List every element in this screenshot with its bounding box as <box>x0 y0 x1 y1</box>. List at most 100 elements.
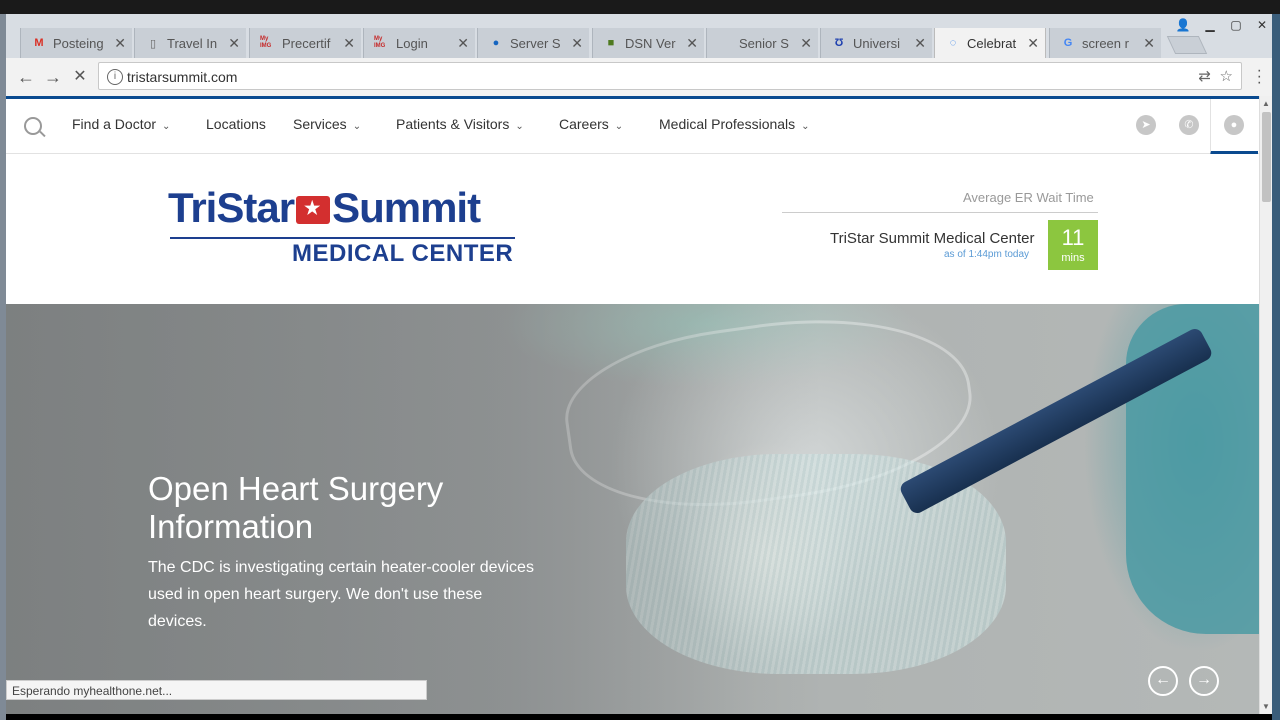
loading-spinner-icon: ◌ <box>949 37 957 49</box>
browser-tab[interactable]: My IMG Precertif ✕ <box>249 28 361 58</box>
document-icon: ▯ <box>149 37 157 50</box>
site-navigation: Find a Doctor ⌄ Locations Services ⌄ Patients… <box>6 99 1259 155</box>
chevron-down-icon: ⌄ <box>352 121 362 132</box>
er-facility-name[interactable]: TriStar Summit Medical Center <box>830 230 1035 247</box>
tab-close-icon[interactable]: ✕ <box>343 35 355 52</box>
er-wait-badge: 11 mins <box>1048 220 1098 270</box>
browser-toolbar: ← → ✕ i tristarsummit.com ⇄ ☆ · · · <box>6 58 1272 97</box>
tab-title: DSN Ver <box>625 35 676 51</box>
account-button[interactable]: ● <box>1210 99 1258 155</box>
tab-title: Posteing <box>53 35 104 51</box>
tab-close-icon[interactable]: ✕ <box>228 35 240 52</box>
nav-item-label: Find a Doctor <box>72 116 157 132</box>
logo-text-tristar: TriStar <box>168 184 295 231</box>
hero-description: The CDC is investigating certain heater-… <box>148 559 534 630</box>
chevron-down-icon: ⌄ <box>614 121 624 132</box>
hero-title: Open Heart Surgery Information <box>148 470 444 545</box>
tab-close-icon[interactable]: ✕ <box>571 35 583 52</box>
logo-subtitle: MEDICAL CENTER <box>292 240 514 267</box>
nav-item[interactable]: Locations <box>206 116 266 132</box>
address-url: tristarsummit.com <box>127 69 238 85</box>
browser-tab[interactable]: M Posteing ✕ <box>20 28 132 58</box>
nav-item-label: Careers <box>559 116 609 132</box>
phone-icon[interactable]: ✆ <box>1179 115 1199 135</box>
logo-star-icon <box>296 196 331 224</box>
tab-title: Senior S <box>739 35 789 51</box>
carousel-next-button[interactable]: → <box>1189 666 1219 696</box>
tab-title: Precertif <box>282 35 331 51</box>
tab-close-icon[interactable]: ✕ <box>1143 35 1155 52</box>
browser-tab[interactable]: Senior S ✕ <box>706 28 818 58</box>
myimg-icon: My IMG <box>374 36 386 49</box>
server-icon: ● <box>492 37 500 49</box>
stop-loading-button[interactable]: ✕ <box>69 67 91 89</box>
page-scrollbar[interactable]: ▲ ▼ <box>1259 96 1272 714</box>
browser-tab[interactable]: ▯ Travel In ✕ <box>134 28 246 58</box>
tab-title: Travel In <box>167 35 218 51</box>
tab-title: screen r <box>1082 35 1129 51</box>
logo[interactable]: TriStar Summit <box>168 184 481 232</box>
translate-icon[interactable]: ⇄ <box>1198 67 1211 85</box>
browser-tab[interactable]: Gscreen r ✕ <box>1049 28 1161 58</box>
er-wait-title: Average ER Wait Time <box>963 190 1094 205</box>
chevron-down-icon: ⌄ <box>515 121 524 132</box>
tab-close-icon[interactable]: ✕ <box>1027 35 1039 52</box>
new-tab-button[interactable] <box>1166 36 1208 54</box>
hero-banner: Open Heart Surgery Information The CDC i… <box>6 304 1259 714</box>
browser-tab[interactable]: ● Server S ✕ <box>477 28 589 58</box>
nav-item-label: Locations <box>206 116 266 132</box>
tab-close-icon[interactable]: ✕ <box>114 35 126 52</box>
site-header: TriStar Summit MEDICAL CENTER Average ER … <box>6 154 1259 304</box>
tab-close-icon[interactable]: ✕ <box>457 35 469 52</box>
profile-icon[interactable]: 👤 <box>1172 17 1194 33</box>
site-info-icon[interactable]: i <box>107 69 123 85</box>
bookmark-star-icon[interactable]: ☆ <box>1220 67 1233 85</box>
desktop-right-edge <box>1272 14 1280 720</box>
logo-text-summit: Summit <box>332 184 481 231</box>
tab-title: Celebrat <box>967 35 1017 51</box>
tab-title: Universi <box>853 35 900 51</box>
nav-item[interactable]: Patients & Visitors ⌄ <box>396 116 524 132</box>
back-button[interactable]: ← <box>15 67 37 89</box>
location-pin-icon[interactable]: ➤ <box>1136 115 1156 135</box>
browser-tab[interactable]: ■ DSN Ver ✕ <box>592 28 704 58</box>
blank-icon <box>717 35 733 51</box>
address-bar[interactable]: i tristarsummit.com ⇄ ☆ <box>98 62 1242 90</box>
er-wait-minutes: 11 <box>1061 225 1085 250</box>
myimg-icon: My IMG <box>260 36 272 49</box>
er-wait-unit: mins <box>1061 252 1085 264</box>
browser-tab[interactable]: My IMG Login ✕ <box>363 28 475 58</box>
tab-strip: M Posteing ✕ ▯ Travel In ✕ My IMG Precertif ✕ My … <box>6 14 1272 58</box>
account-icon: ● <box>1224 115 1244 135</box>
browser-tab[interactable]: ◌ Celebrat ✕ <box>934 28 1046 58</box>
forward-button[interactable]: → <box>42 67 64 89</box>
nav-item[interactable]: Medical Professionals ⌄ <box>659 116 810 132</box>
tab-close-icon[interactable]: ✕ <box>800 35 812 52</box>
web-page: Find a Doctor ⌄ Locations Services ⌄ Patients… <box>6 96 1259 714</box>
nav-item[interactable]: Careers ⌄ <box>559 116 623 132</box>
scrollbar-thumb[interactable] <box>1262 112 1271 202</box>
nav-item-label: Patients & Visitors <box>396 116 510 132</box>
search-icon[interactable] <box>24 117 42 135</box>
maximize-button[interactable]: ▢ <box>1225 17 1247 33</box>
nav-item[interactable]: Find a Doctor ⌄ <box>72 116 170 132</box>
tab-title: Server S <box>510 35 561 51</box>
scroll-up-icon[interactable]: ▲ <box>1262 99 1270 108</box>
browser-menu-icon[interactable]: · · · <box>1257 63 1262 91</box>
gmail-icon: M <box>34 37 44 49</box>
logo-divider <box>170 237 515 239</box>
carousel-prev-button[interactable]: ← <box>1148 666 1178 696</box>
scroll-down-icon[interactable]: ▼ <box>1262 702 1270 711</box>
er-as-of-time: as of 1:44pm today <box>944 249 1030 260</box>
status-bar: Esperando myhealthone.net... <box>6 680 427 700</box>
tab-close-icon[interactable]: ✕ <box>914 35 926 52</box>
browser-tab[interactable]: Ʊ Universi ✕ <box>820 28 932 58</box>
nav-item-label: Medical Professionals <box>659 116 796 132</box>
google-icon: G <box>1063 37 1073 49</box>
minimize-button[interactable]: ▁ <box>1199 17 1221 33</box>
desktop-top-bar <box>0 0 1280 14</box>
close-window-button[interactable]: ✕ <box>1251 17 1272 33</box>
nav-item[interactable]: Services ⌄ <box>293 116 361 132</box>
tab-close-icon[interactable]: ✕ <box>686 35 698 52</box>
browser-window: M Posteing ✕ ▯ Travel In ✕ My IMG Precertif ✕ My … <box>6 14 1272 714</box>
